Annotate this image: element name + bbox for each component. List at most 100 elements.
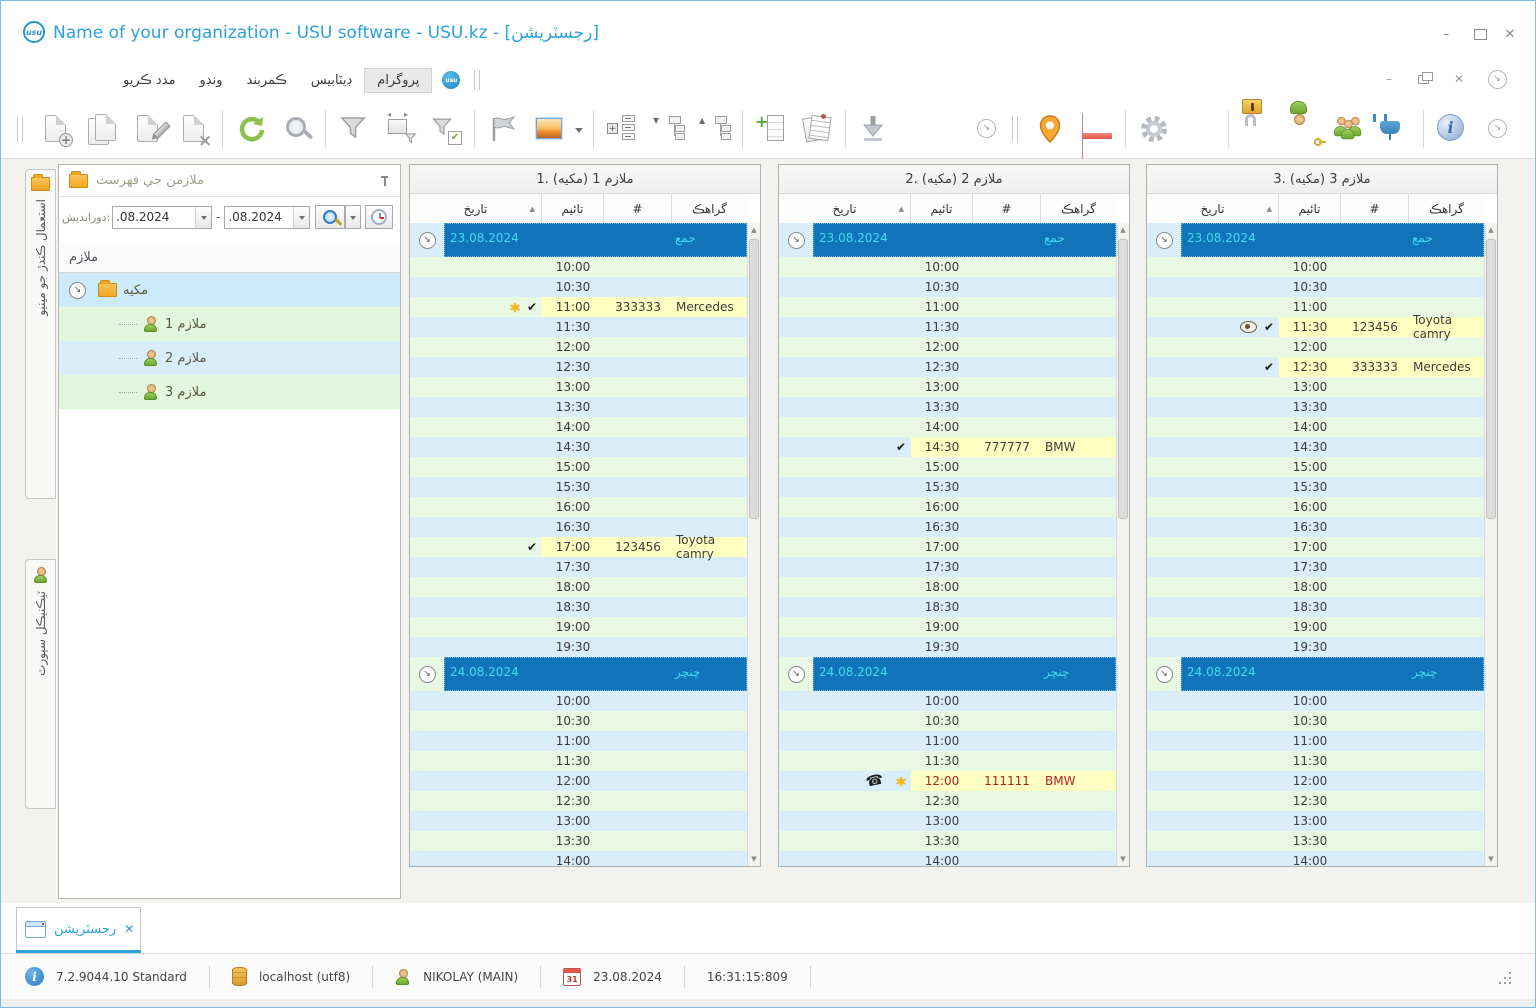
doc-delete-button[interactable]: ×: [171, 105, 217, 153]
time-slot-row[interactable]: 10:30: [410, 711, 747, 731]
group-expand-button[interactable]: +: [599, 105, 645, 153]
time-slot-row[interactable]: 17:30: [410, 557, 747, 577]
appointment-row[interactable]: ✔ 12:30 333333 Mercedes: [1147, 357, 1484, 377]
time-slot-row[interactable]: 10:00: [410, 257, 747, 277]
doc-new-button[interactable]: +: [33, 105, 79, 153]
panel-scrollbar[interactable]: ▲ ▼: [1484, 223, 1497, 866]
menu-item-help[interactable]: مدد ڪريو: [111, 69, 188, 92]
scrollbar-thumb[interactable]: [1486, 239, 1496, 519]
collapse-arrow-icon[interactable]: ↘: [418, 665, 436, 683]
time-slot-row[interactable]: 13:00: [779, 811, 1116, 831]
time-slot-row[interactable]: 13:30: [779, 831, 1116, 851]
time-slot-row[interactable]: 17:30: [1147, 557, 1484, 577]
time-slot-row[interactable]: 17:00: [1147, 537, 1484, 557]
collapse-arrow-icon[interactable]: ↘: [787, 665, 805, 683]
column-header-date[interactable]: تاریخ ▲: [779, 194, 911, 224]
time-slot-row[interactable]: 15:30: [1147, 477, 1484, 497]
date-band[interactable]: ↘ 24.08.2024 ڇنڇر: [1147, 657, 1484, 691]
time-slot-row[interactable]: 11:30: [410, 317, 747, 337]
filter-window-button[interactable]: [377, 105, 423, 153]
mdi-restore-button[interactable]: [1411, 69, 1435, 89]
time-slot-row[interactable]: 11:00: [779, 731, 1116, 751]
time-slot-row[interactable]: 14:00: [1147, 851, 1484, 866]
time-slot-row[interactable]: 19:30: [410, 637, 747, 657]
time-slot-row[interactable]: 10:00: [779, 257, 1116, 277]
column-header-client[interactable]: گراهڪ: [1041, 194, 1116, 224]
tree-expand-button[interactable]: ▼: [645, 105, 691, 153]
time-slot-row[interactable]: 10:00: [1147, 257, 1484, 277]
date-from-field[interactable]: .08.2024: [112, 205, 212, 229]
menu-item-database[interactable]: ڊيٽابيس: [299, 69, 364, 92]
scroll-up-icon[interactable]: ▲: [1485, 223, 1497, 237]
mdi-overflow-button[interactable]: ↘: [1485, 69, 1509, 89]
time-slot-row[interactable]: 15:30: [410, 477, 747, 497]
side-tab-user-menu[interactable]: استعمال ڪندڙ جو مينيو: [25, 169, 56, 499]
collapse-arrow-icon[interactable]: ↘: [787, 231, 805, 249]
time-slot-row[interactable]: 13:00: [779, 377, 1116, 397]
time-slot-row[interactable]: 10:30: [779, 277, 1116, 297]
date-band[interactable]: ↘ 23.08.2024 جمع: [410, 223, 747, 257]
date-to-field[interactable]: .08.2024: [224, 205, 311, 229]
column-header-number[interactable]: #: [1341, 194, 1409, 224]
time-slot-row[interactable]: 10:00: [779, 691, 1116, 711]
tree-group-row[interactable]: ↘ مکيه: [59, 273, 400, 307]
time-slot-row[interactable]: 12:00: [1147, 771, 1484, 791]
window-minimize-button[interactable]: –: [1435, 25, 1457, 43]
time-slot-row[interactable]: 14:00: [1147, 417, 1484, 437]
time-slot-row[interactable]: 10:30: [1147, 711, 1484, 731]
appointment-row[interactable]: ✔ 11:30 123456 Toyota camry: [1147, 313, 1484, 341]
report-button[interactable]: [794, 105, 840, 153]
tree-employee-row[interactable]: ملازم 1: [59, 307, 400, 341]
appointment-row[interactable]: ✔ 14:30 777777 BMW: [779, 437, 1116, 457]
scroll-up-icon[interactable]: ▲: [1117, 223, 1129, 237]
download-button[interactable]: [851, 105, 897, 153]
search-options-button[interactable]: [345, 205, 362, 229]
chevron-button[interactable]: ↘: [964, 105, 1010, 153]
time-slot-row[interactable]: 12:00: [1147, 337, 1484, 357]
time-slot-row[interactable]: 19:30: [1147, 637, 1484, 657]
column-header-time[interactable]: تائيم: [1279, 194, 1341, 224]
time-slot-row[interactable]: 19:30: [779, 637, 1116, 657]
plug-button[interactable]: [1372, 105, 1418, 153]
panel-scrollbar[interactable]: ▲ ▼: [1116, 223, 1129, 866]
time-slot-row[interactable]: 15:30: [779, 477, 1116, 497]
map-pin-button[interactable]: [1028, 105, 1074, 153]
time-slot-row[interactable]: 14:00: [779, 851, 1116, 866]
time-slot-row[interactable]: 16:30: [779, 517, 1116, 537]
calendar-icon[interactable]: 31: [563, 967, 582, 986]
mdi-close-button[interactable]: ✕: [1447, 69, 1471, 89]
time-slot-row[interactable]: 13:00: [410, 811, 747, 831]
time-slot-row[interactable]: 16:00: [1147, 497, 1484, 517]
time-slot-row[interactable]: 13:30: [1147, 397, 1484, 417]
time-slot-row[interactable]: 16:30: [1147, 517, 1484, 537]
column-header-number[interactable]: #: [973, 194, 1041, 224]
chevron-button[interactable]: ↘: [1475, 105, 1521, 153]
menu-grip[interactable]: [474, 70, 481, 90]
colors-button[interactable]: [1177, 105, 1223, 153]
time-slot-row[interactable]: 18:30: [1147, 597, 1484, 617]
time-slot-row[interactable]: 12:30: [410, 791, 747, 811]
tab-close-icon[interactable]: ✕: [124, 922, 134, 936]
column-header-date[interactable]: تاریخ ▲: [1147, 194, 1279, 224]
collapse-arrow-icon[interactable]: ↘: [69, 281, 86, 299]
database-icon[interactable]: [231, 967, 247, 986]
flag-button[interactable]: [480, 105, 526, 153]
time-slot-row[interactable]: 19:00: [410, 617, 747, 637]
column-header-date[interactable]: تاریخ ▲: [410, 194, 542, 224]
time-slot-row[interactable]: 14:00: [410, 851, 747, 866]
user-key-button[interactable]: [1280, 105, 1326, 153]
collapse-arrow-icon[interactable]: ↘: [1155, 231, 1173, 249]
search-button[interactable]: [274, 105, 320, 153]
time-slot-row[interactable]: 13:30: [410, 397, 747, 417]
scroll-down-icon[interactable]: ▼: [748, 852, 760, 866]
info-button[interactable]: i: [1429, 105, 1475, 153]
column-header-client[interactable]: گراهڪ: [672, 194, 747, 224]
time-slot-row[interactable]: 11:30: [1147, 751, 1484, 771]
chevron-down-icon[interactable]: [293, 206, 310, 228]
time-slot-row[interactable]: 11:00: [410, 731, 747, 751]
time-slot-row[interactable]: 14:00: [410, 417, 747, 437]
time-slot-row[interactable]: 13:00: [1147, 811, 1484, 831]
time-slot-row[interactable]: 11:30: [410, 751, 747, 771]
scroll-up-icon[interactable]: ▲: [748, 223, 760, 237]
time-slot-row[interactable]: 10:30: [1147, 277, 1484, 297]
